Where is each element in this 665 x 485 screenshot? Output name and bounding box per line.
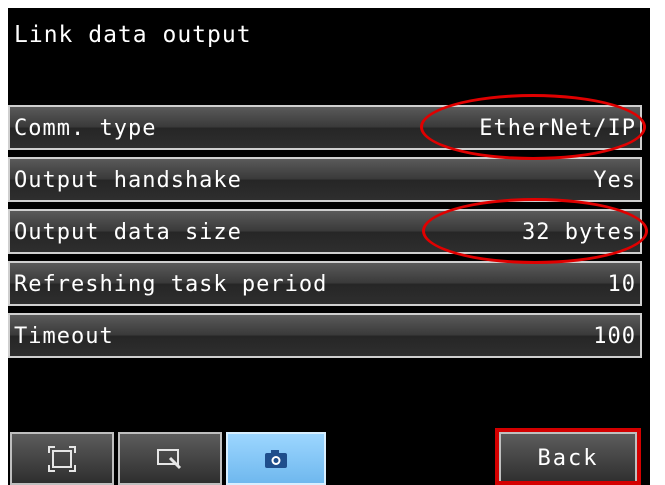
- setting-row-refreshing-task-period[interactable]: Refreshing task period 10: [8, 261, 642, 306]
- setting-label: Timeout: [14, 324, 114, 349]
- setting-value: EtherNet/IP: [479, 116, 636, 141]
- setting-label: Output data size: [14, 220, 242, 245]
- zoom-button[interactable]: [118, 432, 222, 485]
- setting-value: Yes: [593, 168, 636, 193]
- zoom-icon: [157, 448, 182, 469]
- setting-value: 100: [593, 324, 636, 349]
- setting-row-output-handshake[interactable]: Output handshake Yes: [8, 157, 642, 202]
- camera-icon: [265, 449, 287, 468]
- back-button[interactable]: Back: [499, 432, 637, 485]
- fit-screen-icon: [48, 445, 76, 472]
- setting-value: 10: [607, 272, 636, 297]
- setting-label: Comm. type: [14, 116, 157, 141]
- camera-button[interactable]: [226, 432, 326, 485]
- fit-screen-button[interactable]: [10, 432, 114, 485]
- setting-row-comm-type[interactable]: Comm. type EtherNet/IP: [8, 105, 642, 150]
- setting-label: Output handshake: [14, 168, 242, 193]
- setting-row-output-data-size[interactable]: Output data size 32 bytes: [8, 209, 642, 254]
- screen: Link data output Comm. type EtherNet/IP …: [8, 8, 650, 485]
- setting-row-timeout[interactable]: Timeout 100: [8, 313, 642, 358]
- setting-value: 32 bytes: [522, 220, 636, 245]
- page-title: Link data output: [14, 22, 252, 48]
- setting-label: Refreshing task period: [14, 272, 328, 297]
